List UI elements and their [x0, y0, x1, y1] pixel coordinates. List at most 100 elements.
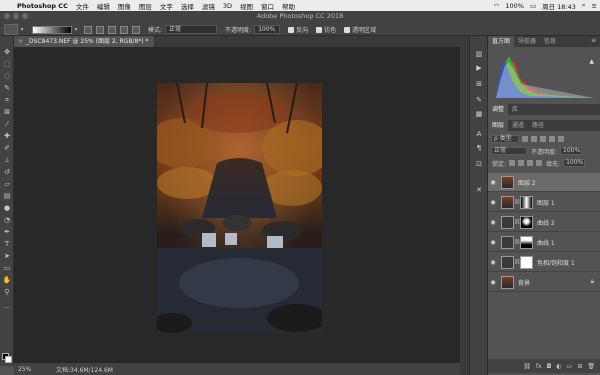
menu-select[interactable]: 选择	[177, 1, 198, 11]
layer-row[interactable]: ◉ ⛓ 曲线 1	[488, 233, 600, 252]
menu-3d[interactable]: 3D	[219, 2, 236, 10]
new-layer-icon[interactable]: ⊞	[577, 363, 582, 370]
warning-icon[interactable]: ▲	[589, 58, 594, 65]
photo-canvas[interactable]	[157, 83, 322, 333]
filter-pixel-icon[interactable]	[522, 136, 528, 142]
properties-panel-icon[interactable]: ⊞	[474, 80, 484, 89]
layer-row[interactable]: ◉ ⛓ 色相/饱和度 1	[488, 253, 600, 272]
lock-all-icon[interactable]	[536, 160, 543, 166]
more-tools-icon[interactable]: …	[2, 302, 12, 311]
menu-filter[interactable]: 滤镜	[198, 1, 219, 11]
chevron-down-icon[interactable]: ▾	[72, 26, 80, 33]
background-color-swatch[interactable]	[5, 356, 12, 363]
tab-paths[interactable]: 路径	[528, 120, 548, 131]
tab-info[interactable]: 信息	[540, 36, 560, 47]
layer-row[interactable]: ◉ 图层 2	[488, 173, 600, 192]
visibility-eye-icon[interactable]: ◉	[488, 259, 498, 266]
layer-name[interactable]: 背景	[518, 278, 530, 287]
visibility-eye-icon[interactable]: ◉	[488, 199, 498, 206]
layer-mask-thumbnail[interactable]	[520, 235, 533, 249]
blend-mode-select[interactable]: 正常	[491, 147, 527, 155]
character-panel-icon[interactable]: A	[474, 130, 484, 139]
eraser-tool-icon[interactable]: ▱	[2, 180, 12, 189]
layer-opacity-input[interactable]: 100%	[560, 147, 583, 155]
swatches-panel-icon[interactable]: ▦	[474, 110, 484, 119]
menu-image[interactable]: 图像	[114, 1, 135, 11]
chevron-down-icon[interactable]: ▾	[18, 26, 26, 33]
battery-icon[interactable]: ▭	[527, 2, 539, 10]
fill-input[interactable]: 100%	[563, 159, 586, 167]
menu-layer[interactable]: 图层	[135, 1, 156, 11]
menu-edit[interactable]: 编辑	[93, 1, 114, 11]
layer-row[interactable]: ◉ 背景 🔒︎	[488, 273, 600, 292]
battery-percent[interactable]: 100%	[502, 2, 527, 10]
tab-navigator[interactable]: 导航器	[514, 36, 540, 47]
menu-help[interactable]: 帮助	[278, 1, 299, 11]
layer-filter-select[interactable]: ρ 类型	[491, 135, 519, 143]
new-group-icon[interactable]: ▭	[567, 363, 573, 370]
path-selection-tool-icon[interactable]: ➤	[2, 252, 12, 261]
menu-view[interactable]: 视图	[236, 1, 257, 11]
tab-adjustments[interactable]: 调整	[488, 104, 509, 115]
layer-mask-thumbnail[interactable]	[520, 215, 533, 229]
blur-tool-icon[interactable]: ●	[2, 204, 12, 213]
document-tab[interactable]: × _DSC8473.NEF @ 25% (图层 2, RGB/8*) *	[14, 36, 154, 47]
filter-type-icon[interactable]	[540, 136, 546, 142]
tab-layers[interactable]: 图层	[488, 120, 509, 131]
layer-name[interactable]: 曲线 2	[537, 218, 555, 227]
angle-gradient-button[interactable]	[108, 25, 116, 34]
lock-transparency-icon[interactable]	[509, 160, 516, 166]
history-panel-icon[interactable]: ▥	[474, 50, 484, 59]
reverse-checkbox[interactable]	[288, 26, 295, 33]
eyedropper-tool-icon[interactable]: ⁄	[2, 120, 12, 129]
pen-tool-icon[interactable]: ✒	[2, 228, 12, 237]
clock[interactable]: 周日 18:43	[539, 1, 579, 11]
visibility-eye-icon[interactable]: ◉	[488, 219, 498, 226]
layer-name[interactable]: 色相/饱和度 1	[537, 258, 575, 267]
visibility-eye-icon[interactable]: ◉	[488, 279, 498, 286]
menu-window[interactable]: 窗口	[257, 1, 278, 11]
hand-tool-icon[interactable]: ✋	[2, 276, 12, 285]
gradient-preview[interactable]	[32, 25, 72, 34]
radial-gradient-button[interactable]	[96, 25, 104, 34]
history-brush-tool-icon[interactable]: ↺	[2, 168, 12, 177]
reflected-gradient-button[interactable]	[120, 25, 128, 34]
rectangle-tool-icon[interactable]: ▭	[2, 264, 12, 273]
tool-preset-picker[interactable]	[4, 24, 18, 35]
type-tool-icon[interactable]: T	[2, 240, 12, 249]
tab-channels[interactable]: 通道	[508, 120, 528, 131]
layer-mask-thumbnail[interactable]	[520, 255, 533, 269]
clone-stamp-tool-icon[interactable]: ⊥	[2, 156, 12, 165]
add-mask-icon[interactable]: ◘	[547, 363, 552, 370]
paragraph-panel-icon[interactable]: ¶	[474, 144, 484, 153]
lasso-tool-icon[interactable]: ◌	[2, 72, 12, 81]
tab-histogram[interactable]: 直方图	[488, 36, 515, 47]
crop-tool-icon[interactable]: ⌗	[2, 96, 12, 105]
lock-position-icon[interactable]	[527, 160, 534, 166]
filter-smart-object-icon[interactable]	[558, 136, 564, 142]
panel-menu-icon[interactable]: ≡	[591, 37, 596, 44]
document-size[interactable]: 文档:34.6M/124.6M	[56, 365, 113, 374]
layer-row[interactable]: ◉ ⛓ 图层 1	[488, 193, 600, 212]
frame-tool-icon[interactable]: ⊠	[2, 108, 12, 117]
menu-app-name[interactable]: Photoshop CC	[13, 2, 72, 10]
filter-adjustment-icon[interactable]	[531, 136, 537, 142]
notification-center-icon[interactable]: ≡	[589, 2, 600, 10]
move-tool-icon[interactable]: ✥	[2, 48, 12, 57]
filter-shape-icon[interactable]	[549, 136, 555, 142]
dither-checkbox[interactable]	[316, 26, 323, 33]
dodge-tool-icon[interactable]: ◔	[2, 216, 12, 225]
zoom-tool-icon[interactable]: ⚲	[2, 288, 12, 297]
layer-row[interactable]: ◉ ⛓ 曲线 2	[488, 213, 600, 232]
visibility-eye-icon[interactable]: ◉	[488, 179, 498, 186]
layer-mask-thumbnail[interactable]	[520, 195, 533, 209]
lock-pixels-icon[interactable]	[518, 160, 525, 166]
mode-select[interactable]: 正常	[165, 25, 218, 34]
linear-gradient-button[interactable]	[84, 25, 92, 34]
gradient-tool-icon[interactable]: ▤	[2, 192, 12, 201]
canvas-area[interactable]	[14, 47, 460, 363]
menu-file[interactable]: 文件	[72, 1, 93, 11]
quick-select-tool-icon[interactable]: ✎	[2, 84, 12, 93]
zoom-level[interactable]: 25%	[14, 366, 36, 373]
visibility-eye-icon[interactable]: ◉	[488, 239, 498, 246]
